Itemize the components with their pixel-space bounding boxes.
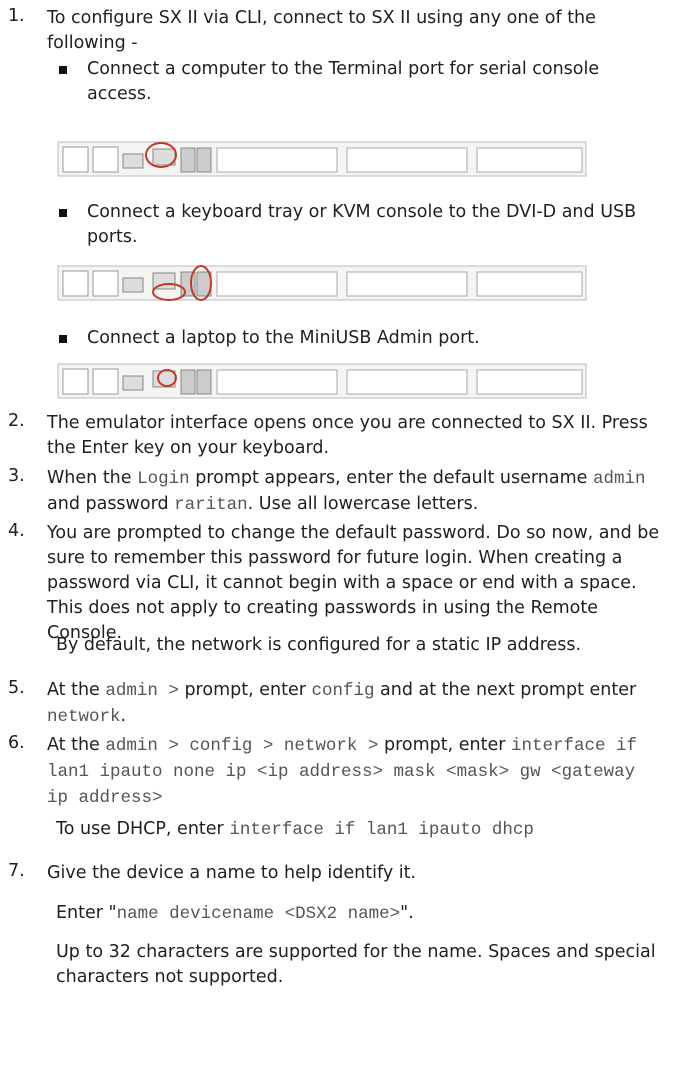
step-text: At the admin > config > network > prompt… xyxy=(47,733,663,811)
code-network: network xyxy=(47,707,121,727)
text-run: prompt appears, enter the default userna… xyxy=(189,468,593,488)
code-prompt: admin > config > network > xyxy=(105,736,379,756)
device-image-dvi-usb-ports xyxy=(57,265,587,301)
text-run: To use DHCP, enter xyxy=(56,819,230,839)
step-note: To use DHCP, enter interface if lan1 ipa… xyxy=(56,817,663,843)
device-image-terminal-port xyxy=(57,141,587,177)
step-number: 5. xyxy=(8,678,25,698)
step-note: Enter "name devicename <DSX2 name>". xyxy=(56,901,663,927)
text-run: and password xyxy=(47,494,175,514)
step-text: Give the device a name to help identify … xyxy=(47,863,417,883)
step-number: 2. xyxy=(8,411,25,431)
device-image-miniusb-port xyxy=(57,363,587,399)
code-config: config xyxy=(311,681,375,701)
code-prompt: admin > xyxy=(105,681,179,701)
text-run: At the xyxy=(47,680,106,700)
text-run: prompt, enter xyxy=(178,680,312,700)
code-dhcp: interface if lan1 ipauto dhcp xyxy=(229,820,534,840)
step-note: By default, the network is configured fo… xyxy=(56,635,582,655)
text-run: . Use all lowercase letters. xyxy=(247,494,479,514)
code-password: raritan xyxy=(174,495,248,515)
step-number: 1. xyxy=(8,6,25,26)
step-text: The emulator interface opens once you ar… xyxy=(47,413,648,458)
step-text: To configure SX II via CLI, connect to S… xyxy=(47,8,596,53)
step-number: 7. xyxy=(8,861,25,881)
text-run: prompt, enter xyxy=(378,735,511,755)
code-devicename: name devicename <DSX2 name> xyxy=(116,904,401,924)
step-number: 3. xyxy=(8,466,25,486)
step-note: Up to 32 characters are supported for th… xyxy=(56,942,656,987)
step-number: 6. xyxy=(8,733,25,753)
sub-item-terminal: Connect a computer to the Terminal port … xyxy=(87,59,600,104)
step-text: When the Login prompt appears, enter the… xyxy=(47,466,663,518)
text-run: When the xyxy=(47,468,138,488)
text-run: and at the next prompt enter xyxy=(374,680,637,700)
bullet-icon xyxy=(59,66,67,74)
bullet-icon xyxy=(59,335,67,343)
sub-item-dvi-usb: Connect a keyboard tray or KVM console t… xyxy=(87,202,637,247)
code-username: admin xyxy=(592,469,646,489)
sub-item-miniusb: Connect a laptop to the MiniUSB Admin po… xyxy=(87,328,480,348)
bullet-icon xyxy=(59,209,67,217)
step-text: At the admin > prompt, enter config and … xyxy=(47,678,663,730)
text-run: . xyxy=(120,706,127,726)
text-run: Enter " xyxy=(56,903,117,923)
step-text: You are prompted to change the default p… xyxy=(47,523,660,643)
text-run: At the xyxy=(47,735,106,755)
code-login: Login xyxy=(137,469,190,489)
step-number: 4. xyxy=(8,521,25,541)
text-run: ". xyxy=(400,903,414,923)
